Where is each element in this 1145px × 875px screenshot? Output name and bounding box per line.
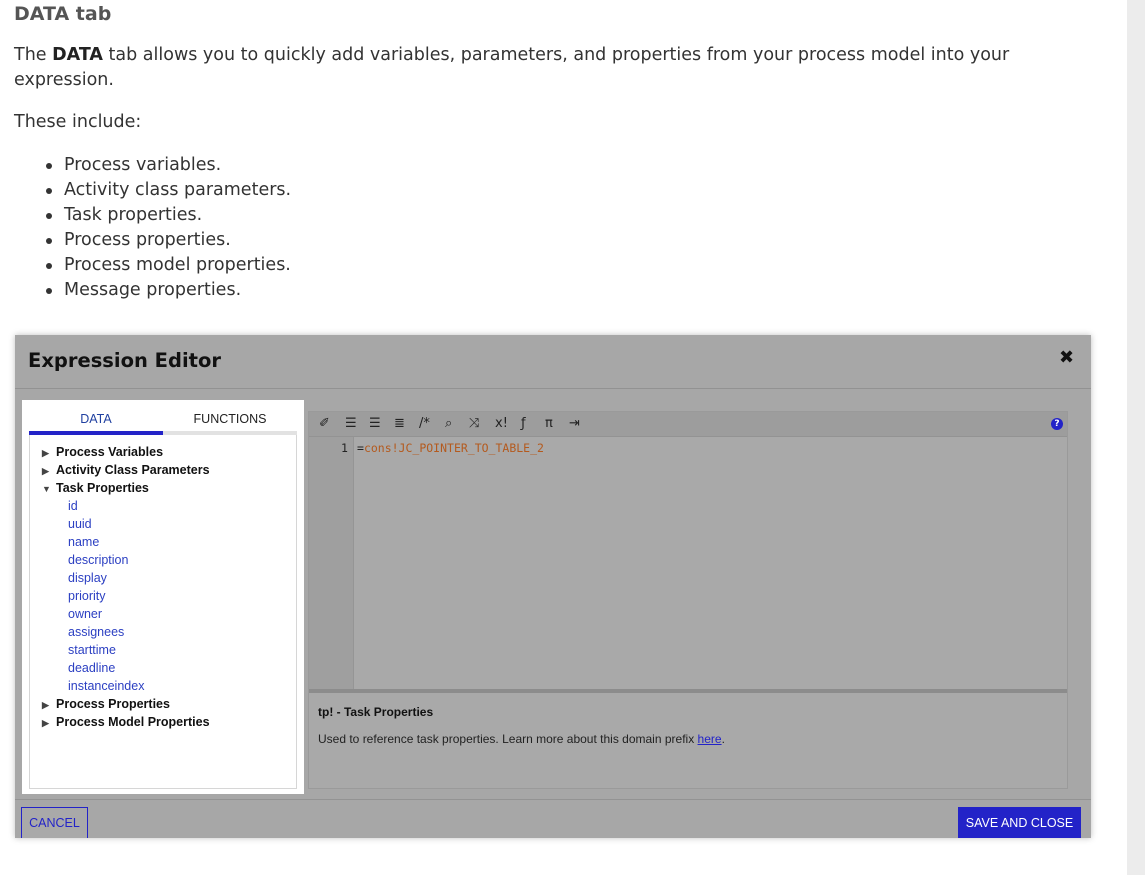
tree-leaf-owner[interactable]: owner bbox=[42, 605, 210, 623]
line-number-gutter bbox=[309, 437, 354, 689]
bullet-icon bbox=[46, 213, 52, 219]
page-scrollbar[interactable] bbox=[1127, 0, 1145, 875]
line-number: 1 bbox=[341, 441, 348, 455]
intro-bold: DATA bbox=[52, 45, 103, 65]
expression-editor-dialog: Expression Editor ✖ DATA FUNCTIONS ▶ Proc… bbox=[15, 335, 1091, 838]
comment-icon[interactable]: /* bbox=[419, 416, 430, 431]
dialog-title: Expression Editor bbox=[28, 349, 221, 372]
function-icon[interactable]: ƒ bbox=[521, 416, 526, 431]
list-item: Process properties. bbox=[46, 228, 291, 253]
editor-toolbar: ✐ ☰ ☰ ≣ /* ⌕ ⤨ x! ƒ π ⇥ ? bbox=[309, 412, 1067, 437]
info-text: Used to reference task properties. Learn… bbox=[318, 732, 725, 746]
section-heading: DATA tab bbox=[14, 3, 112, 25]
pi-icon[interactable]: π bbox=[545, 416, 553, 431]
test-icon[interactable]: x! bbox=[495, 416, 508, 431]
code-text: cons!JC_POINTER_TO_TABLE_2 bbox=[363, 441, 544, 455]
save-and-close-button[interactable]: SAVE AND CLOSE bbox=[958, 807, 1081, 838]
bullet-list: Process variables. Activity class parame… bbox=[46, 153, 291, 303]
list-icon[interactable]: ≣ bbox=[394, 416, 405, 431]
tree-item-process-model-properties[interactable]: ▶ Process Model Properties bbox=[42, 713, 210, 731]
expression-editor: ✐ ☰ ☰ ≣ /* ⌕ ⤨ x! ƒ π ⇥ ? 1 =cons!JC_POI… bbox=[308, 411, 1068, 789]
list-item: Activity class parameters. bbox=[46, 178, 291, 203]
intro-paragraph: The DATA tab allows you to quickly add v… bbox=[14, 43, 1034, 93]
close-icon[interactable]: ✖ bbox=[1059, 347, 1074, 368]
bullet-icon bbox=[46, 238, 52, 244]
help-icon[interactable]: ? bbox=[1051, 418, 1063, 430]
info-link[interactable]: here bbox=[698, 732, 722, 746]
tree-leaf-description[interactable]: description bbox=[42, 551, 210, 569]
lead-paragraph: These include: bbox=[14, 112, 142, 132]
magic-wand-icon[interactable]: ✐ bbox=[319, 416, 330, 431]
caret-right-icon: ▶ bbox=[42, 466, 49, 476]
footer-divider bbox=[15, 799, 1091, 800]
list-item: Task properties. bbox=[46, 203, 291, 228]
bullet-icon bbox=[46, 288, 52, 294]
list-item: Process variables. bbox=[46, 153, 291, 178]
intro-prefix: The bbox=[14, 45, 53, 65]
export-icon[interactable]: ⇥ bbox=[569, 416, 580, 431]
tree-leaf-name[interactable]: name bbox=[42, 533, 210, 551]
list-item: Process model properties. bbox=[46, 253, 291, 278]
header-divider bbox=[15, 388, 1091, 389]
tree-leaf-id[interactable]: id bbox=[42, 497, 210, 515]
outdent-icon[interactable]: ☰ bbox=[345, 416, 357, 431]
bullet-icon bbox=[46, 263, 52, 269]
tab-data[interactable]: DATA bbox=[29, 412, 163, 426]
tree-leaf-uuid[interactable]: uuid bbox=[42, 515, 210, 533]
data-panel: DATA FUNCTIONS ▶ Process Variables ▶ Activ… bbox=[22, 400, 304, 794]
tree-leaf-starttime[interactable]: starttime bbox=[42, 641, 210, 659]
cancel-button[interactable]: CANCEL bbox=[21, 807, 88, 838]
tree-item-task-properties[interactable]: ▼ Task Properties bbox=[42, 479, 210, 497]
data-tree-box: ▶ Process Variables ▶ Activity Class Param… bbox=[29, 435, 297, 789]
indent-icon[interactable]: ☰ bbox=[369, 416, 381, 431]
tree-leaf-assignees[interactable]: assignees bbox=[42, 623, 210, 641]
caret-down-icon: ▼ bbox=[42, 484, 51, 494]
tree-leaf-instanceindex[interactable]: instanceindex bbox=[42, 677, 210, 695]
tree-leaf-display[interactable]: display bbox=[42, 569, 210, 587]
bullet-icon bbox=[46, 188, 52, 194]
tree-leaf-deadline[interactable]: deadline bbox=[42, 659, 210, 677]
tree-item-process-variables[interactable]: ▶ Process Variables bbox=[42, 443, 210, 461]
info-panel: tp! - Task Properties Used to reference … bbox=[309, 693, 1067, 788]
caret-right-icon: ▶ bbox=[42, 718, 49, 728]
tree-leaf-priority[interactable]: priority bbox=[42, 587, 210, 605]
tree-item-process-properties[interactable]: ▶ Process Properties bbox=[42, 695, 210, 713]
tab-functions[interactable]: FUNCTIONS bbox=[163, 412, 297, 426]
search-icon[interactable]: ⌕ bbox=[445, 416, 452, 431]
data-tree: ▶ Process Variables ▶ Activity Class Param… bbox=[42, 443, 210, 731]
code-line[interactable]: =cons!JC_POINTER_TO_TABLE_2 bbox=[357, 441, 544, 455]
list-item: Message properties. bbox=[46, 278, 291, 303]
shuffle-icon[interactable]: ⤨ bbox=[469, 416, 479, 431]
intro-suffix: tab allows you to quickly add variables,… bbox=[14, 45, 1010, 90]
tree-item-activity-class-parameters[interactable]: ▶ Activity Class Parameters bbox=[42, 461, 210, 479]
caret-right-icon: ▶ bbox=[42, 700, 49, 710]
bullet-icon bbox=[46, 163, 52, 169]
caret-right-icon: ▶ bbox=[42, 448, 49, 458]
info-title: tp! - Task Properties bbox=[318, 705, 434, 719]
